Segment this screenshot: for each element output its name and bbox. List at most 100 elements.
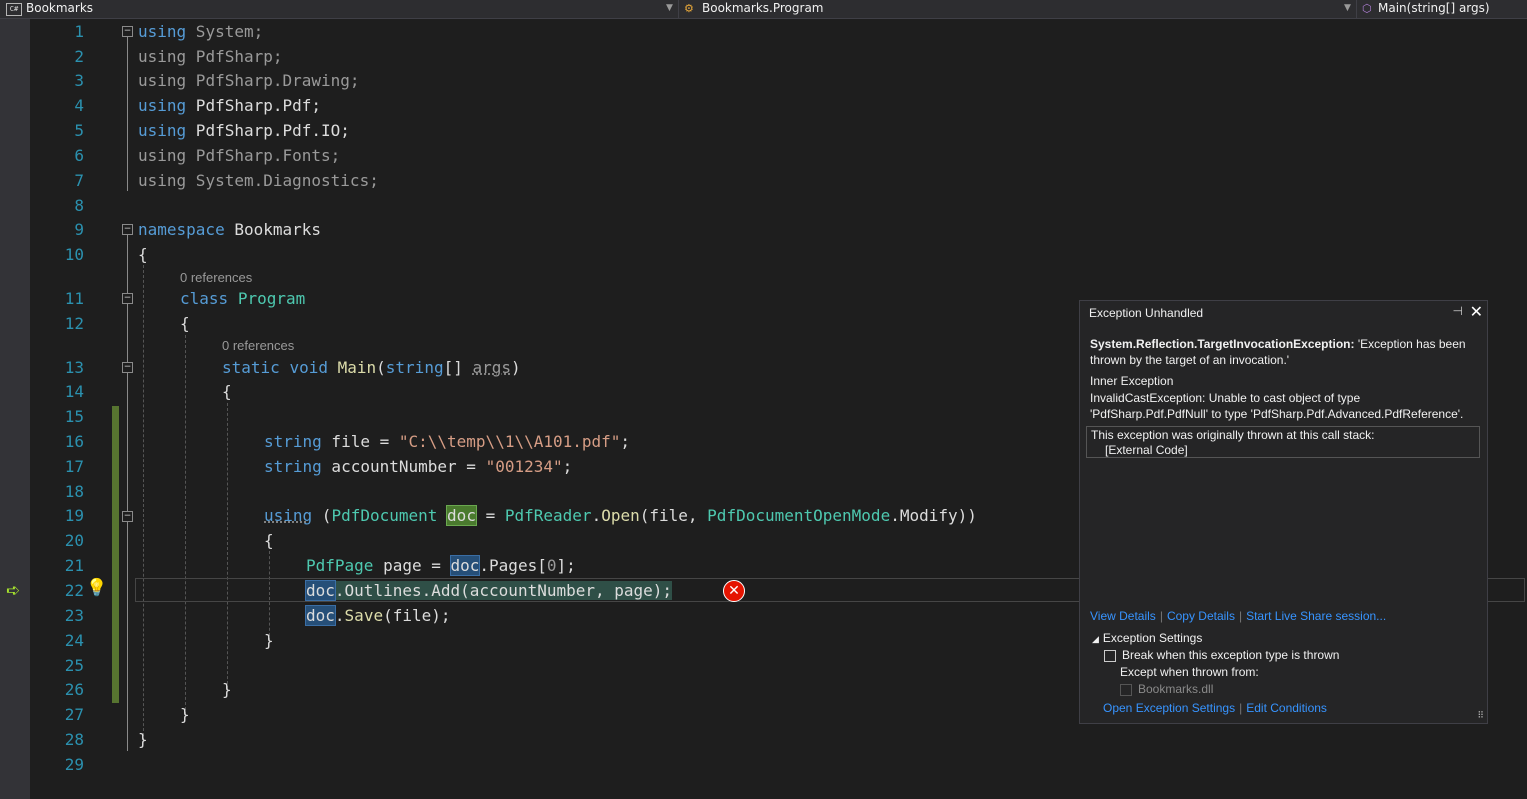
code-token: using (264, 506, 313, 525)
current-statement[interactable]: doc.Outlines.Add(accountNumber, page); (305, 578, 673, 603)
line-number: 18 (64, 482, 84, 501)
code-token: PdfReader (504, 506, 592, 525)
code-line[interactable]: using System.Diagnostics; (138, 168, 379, 193)
line-number: 2 (74, 47, 84, 66)
project-dropdown[interactable]: C# Bookmarks ▼ (0, 0, 679, 18)
code-line[interactable]: string accountNumber = "001234"; (264, 454, 572, 479)
line-number: 21 (64, 556, 84, 575)
code-line[interactable]: } (264, 628, 274, 653)
class-dropdown[interactable]: ⚙ Bookmarks.Program ▼ (680, 0, 1357, 18)
code-token: doc (305, 580, 336, 601)
view-details-link[interactable]: View Details (1090, 609, 1156, 623)
line-number: 19 (64, 506, 84, 525)
code-line[interactable]: { (180, 311, 190, 336)
code-line[interactable]: using PdfSharp.Pdf.IO; (138, 118, 350, 143)
project-label: Bookmarks (26, 1, 94, 15)
indicator-margin[interactable]: ➪ (0, 19, 30, 799)
call-stack-frame[interactable]: [External Code] (1091, 443, 1475, 458)
break-checkbox-row[interactable]: Break when this exception type is thrown (1104, 648, 1339, 662)
live-share-link[interactable]: Start Live Share session... (1246, 609, 1386, 623)
code-line[interactable]: { (138, 242, 148, 267)
code-token: "001234" (485, 457, 563, 476)
code-token: ]; (556, 556, 576, 575)
code-token: ( (376, 358, 386, 377)
open-exception-settings-link[interactable]: Open Exception Settings (1103, 701, 1235, 715)
edit-conditions-link[interactable]: Edit Conditions (1246, 701, 1327, 715)
collapse-icon[interactable]: − (122, 511, 133, 522)
code-token: ) (511, 358, 521, 377)
code-line[interactable]: { (222, 379, 232, 404)
code-token: string (264, 432, 322, 451)
member-dropdown[interactable]: ⬡ Main(string[] args) (1358, 0, 1527, 18)
pin-icon[interactable]: ⊣ (1453, 304, 1463, 318)
code-token: PdfSharp.Pdf.IO; (186, 121, 350, 140)
indent-guide (185, 335, 186, 715)
code-line[interactable]: using PdfSharp.Fonts; (138, 143, 340, 168)
codelens-references[interactable]: 0 references (180, 269, 252, 287)
code-line[interactable]: } (180, 702, 190, 727)
inner-exception-text: InvalidCastException: Unable to cast obj… (1090, 391, 1464, 421)
code-line[interactable]: } (138, 727, 148, 752)
code-line[interactable]: using (PdfDocument doc = PdfReader.Open(… (264, 503, 977, 528)
codelens-references[interactable]: 0 references (222, 337, 294, 355)
code-token: PdfPage (306, 556, 374, 575)
lightbulb-icon[interactable]: 💡 (86, 578, 107, 598)
exception-type: System.Reflection.TargetInvocationExcept… (1090, 337, 1355, 351)
code-line[interactable]: static void Main(string[] args) (222, 355, 521, 380)
code-token: ; (620, 432, 631, 451)
code-token: PdfSharp.Drawing; (186, 71, 360, 90)
code-line[interactable]: doc.Save(file); (305, 603, 451, 628)
code-token: using (138, 47, 187, 66)
code-token: Main (337, 358, 377, 377)
code-token: string (385, 358, 444, 377)
code-line[interactable]: using PdfSharp.Pdf; (138, 93, 321, 118)
code-line[interactable]: string file = "C:\\temp\\1\\A101.pdf"; (264, 429, 630, 454)
code-token: string (264, 457, 322, 476)
exception-settings-heading: Exception Settings (1102, 631, 1203, 645)
close-icon[interactable]: ✕ (1470, 302, 1483, 322)
outline-line (127, 235, 128, 751)
code-line[interactable]: } (222, 677, 232, 702)
break-checkbox[interactable] (1104, 649, 1116, 662)
error-icon[interactable]: ✕ (723, 580, 745, 602)
code-line[interactable]: class Program (180, 286, 305, 311)
code-token: PdfDocument (331, 506, 438, 525)
code-line[interactable]: using System; (138, 19, 263, 44)
dll-label: Bookmarks.dll (1138, 682, 1214, 696)
line-number: 28 (64, 730, 84, 749)
code-line[interactable]: using PdfSharp; (138, 44, 283, 69)
line-number: 10 (64, 245, 84, 264)
code-line[interactable]: PdfPage page = doc.Pages[0]; (306, 553, 576, 578)
collapse-icon[interactable]: − (122, 224, 133, 235)
collapse-icon[interactable]: − (122, 26, 133, 37)
code-line[interactable]: using PdfSharp.Drawing; (138, 68, 360, 93)
csharp-project-icon: C# (6, 3, 22, 16)
code-token: [] (443, 358, 473, 377)
code-token: using (138, 22, 187, 41)
collapse-icon[interactable]: − (122, 362, 133, 373)
code-line[interactable]: { (264, 528, 274, 553)
dll-checkbox (1120, 683, 1132, 696)
line-number: 7 (74, 171, 84, 190)
code-line[interactable]: namespace Bookmarks (138, 217, 321, 242)
code-token: { (264, 531, 274, 550)
collapse-triangle-icon: ◢ (1092, 634, 1099, 644)
code-token: (file); (383, 606, 451, 625)
exception-helper: Exception Unhandled ⊣ ✕ System.Reflectio… (1079, 300, 1488, 724)
copy-details-link[interactable]: Copy Details (1167, 609, 1235, 623)
code-token: Program (237, 289, 306, 308)
code-token: doc (446, 505, 477, 526)
indent-guide (227, 403, 228, 689)
code-token: } (180, 705, 190, 724)
exception-settings-toggle[interactable]: ◢ Exception Settings (1092, 631, 1202, 645)
code-token: { (180, 314, 190, 333)
code-token: using (138, 71, 187, 90)
code-token: ; (562, 457, 573, 476)
collapse-icon[interactable]: − (122, 293, 133, 304)
code-token: = (475, 506, 505, 525)
code-token: { (138, 245, 148, 264)
code-token: .Modify)) (890, 506, 977, 525)
resize-grip-icon[interactable]: ⠿ (1477, 710, 1484, 721)
